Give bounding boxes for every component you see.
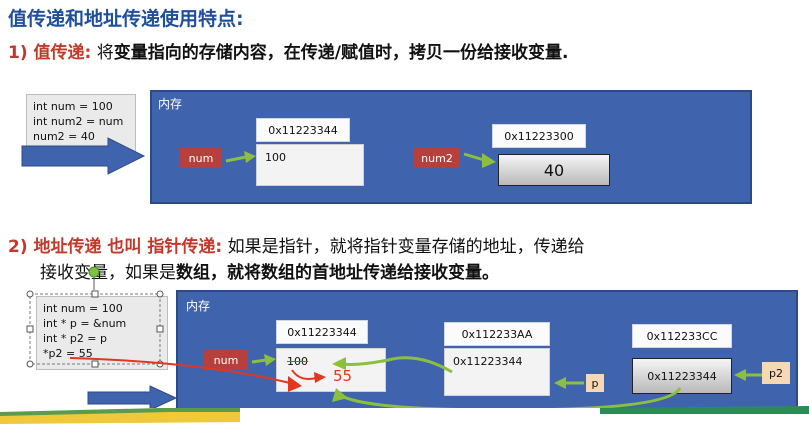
value-passing-description: 1) 值传递: 将变量指向的存储内容，在传递/赋值时，拷贝一份给接收变量. xyxy=(8,38,568,63)
address-passing-description: 2) 地址传递 也叫 指针传递: 如果是指针，就将指针变量存储的地址，传递给 xyxy=(8,232,585,257)
green-arrow xyxy=(734,369,762,381)
value-passing-text-b: 变量指向的存储内容，在传递/赋值时，拷贝一份给接收变量. xyxy=(113,43,569,63)
code-line: int num = 100 xyxy=(33,100,113,113)
value-passing-text-a: 将 xyxy=(96,43,114,63)
address-passing-text-b2: 数组，就将数组的首地址传递给接收变量。 xyxy=(176,263,499,283)
address-label: 0x11223300 xyxy=(492,124,586,148)
value-passing-lead: 1) 值传递 xyxy=(8,43,85,63)
decorative-stripe xyxy=(0,406,809,426)
variable-num: num xyxy=(180,148,222,168)
address-label: 0x11223344 xyxy=(256,118,350,142)
variable-num2: num2 xyxy=(414,148,460,168)
memory-box-1: 内存 0x11223344 num 100 0x11223300 num2 40 xyxy=(150,90,752,204)
green-arrow xyxy=(225,151,256,163)
address-label: 0x112233AA xyxy=(444,322,550,346)
variable-p2: p2 xyxy=(762,362,790,384)
green-curve-arrow xyxy=(332,356,453,374)
rotation-handle[interactable] xyxy=(88,266,100,290)
address-passing-text-b1: 接收变量，如果是 xyxy=(40,263,176,283)
code-line: int num2 = num xyxy=(33,115,124,128)
cell-value: 100 xyxy=(265,151,286,164)
page-title: 值传递和地址传递使用特点: xyxy=(8,8,244,30)
big-arrow-1 xyxy=(21,137,146,175)
value-passing-colon: : xyxy=(84,43,92,63)
address-passing-text-a: 如果是指针，就将指针变量存储的地址，传递给 xyxy=(227,237,585,257)
memory-label: 内存 xyxy=(158,97,183,111)
address-passing-colon: : xyxy=(215,237,223,257)
address-passing-lead: 2) 地址传递 也叫 指针传递 xyxy=(8,237,216,257)
memory-label: 内存 xyxy=(186,299,211,313)
address-label: 0x112233CC xyxy=(632,324,732,348)
address-label: 0x11223344 xyxy=(276,320,368,344)
address-passing-description-line2: 接收变量，如果是数组，就将数组的首地址传递给接收变量。 xyxy=(40,258,499,283)
green-arrow xyxy=(463,152,496,168)
memory-cell-highlight: 40 xyxy=(498,154,610,186)
memory-cell: 100 xyxy=(256,144,364,186)
